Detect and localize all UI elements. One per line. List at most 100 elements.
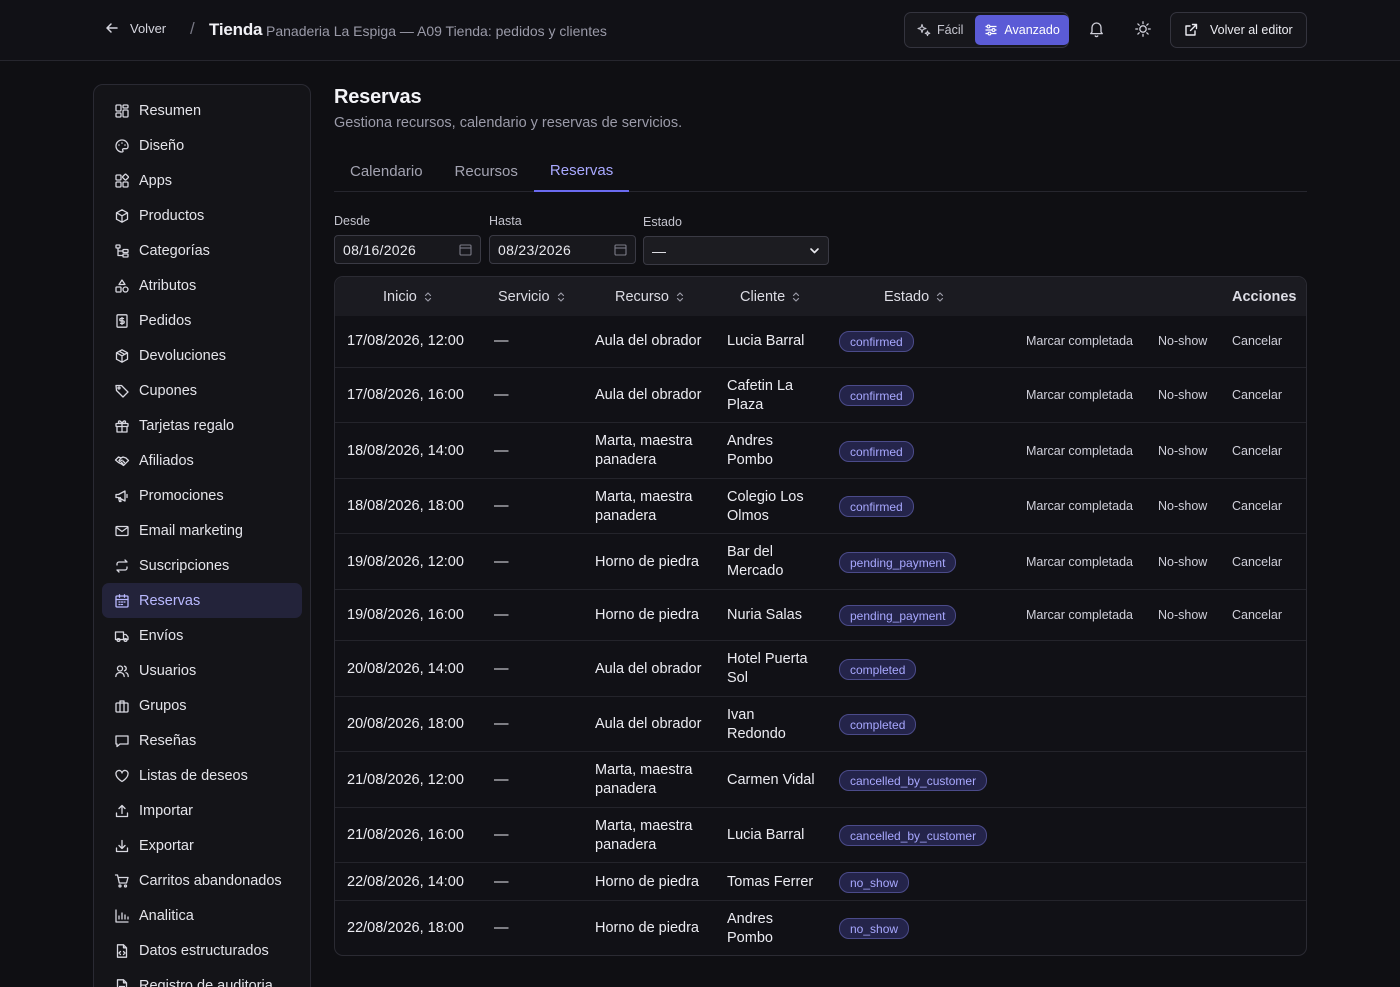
status-badge: no_show (839, 872, 910, 893)
column-resource[interactable]: Recurso (615, 277, 684, 316)
mark-complete-button[interactable]: Marcar completada (1026, 388, 1133, 402)
cancel-booking-button[interactable]: Cancelar (1232, 499, 1282, 513)
status-filter-value: — (652, 242, 667, 259)
sidebar-item-carritos-abandonados[interactable]: Carritos abandonados (102, 863, 302, 898)
column-status[interactable]: Estado (884, 277, 944, 316)
sidebar-item-apps[interactable]: Apps (102, 163, 302, 198)
tab-calendario[interactable]: Calendario (334, 150, 439, 192)
cell-resource: Aula del obrador (595, 332, 701, 351)
sidebar-item-envios[interactable]: Envíos (102, 618, 302, 653)
tab-reservas[interactable]: Reservas (533, 150, 630, 192)
back-to-editor-button[interactable]: Volver al editor (1170, 12, 1307, 48)
cell-resource-line: Horno de piedra (595, 874, 699, 890)
notifications-button[interactable] (1088, 20, 1105, 38)
cancel-booking-button[interactable]: Cancelar (1232, 388, 1282, 402)
sidebar-item-datos-estructurados[interactable]: Datos estructurados (102, 933, 302, 968)
sidebar-item-suscripciones[interactable]: Suscripciones (102, 548, 302, 583)
from-date-input[interactable]: 08/16/2026 (334, 235, 481, 264)
sidebar-item-label: Registro de auditoria (139, 977, 273, 987)
cell-resource: Aula del obrador (595, 715, 701, 734)
cell-client: Tomas Ferrer (727, 873, 813, 892)
to-date-label: Hasta (489, 214, 522, 228)
column-client[interactable]: Cliente (740, 277, 800, 316)
sidebar-item-resenas[interactable]: Reseñas (102, 723, 302, 758)
cancel-booking-button[interactable]: Cancelar (1232, 444, 1282, 458)
table-header: Inicio Servicio Recurso Cliente Estado A… (335, 277, 1306, 316)
cancel-booking-button[interactable]: Cancelar (1232, 334, 1282, 348)
no-show-button[interactable]: No-show (1158, 334, 1207, 348)
truck-icon (114, 630, 129, 642)
sidebar-item-label: Promociones (139, 487, 224, 504)
theme-toggle-button[interactable] (1134, 20, 1152, 38)
mark-complete-button[interactable]: Marcar completada (1026, 555, 1133, 569)
column-service[interactable]: Servicio (498, 277, 565, 316)
sidebar-item-analitica[interactable]: Analitica (102, 898, 302, 933)
sidebar-item-label: Carritos abandonados (139, 872, 282, 889)
mark-complete-button[interactable]: Marcar completada (1026, 499, 1133, 513)
sidebar-item-promociones[interactable]: Promociones (102, 478, 302, 513)
status-badge: completed (839, 659, 917, 680)
column-start[interactable]: Inicio (383, 277, 432, 316)
sidebar-item-listas-de-deseos[interactable]: Listas de deseos (102, 758, 302, 793)
column-actions: Acciones (1232, 288, 1297, 305)
mark-complete-button[interactable]: Marcar completada (1026, 608, 1133, 622)
to-date-input[interactable]: 08/23/2026 (489, 235, 636, 264)
mode-advanced-button[interactable]: Avanzado (975, 15, 1069, 45)
mode-easy-button[interactable]: Fácil (907, 15, 973, 45)
cancel-booking-button[interactable]: Cancelar (1232, 608, 1282, 622)
sidebar-item-label: Resumen (139, 102, 202, 119)
column-resource-label: Recurso (615, 288, 669, 305)
sidebar-item-registro-de-auditoria[interactable]: Registro de auditoria (102, 968, 302, 987)
sidebar-item-pedidos[interactable]: Pedidos (102, 303, 302, 338)
download-icon (115, 839, 129, 852)
sidebar-item-usuarios[interactable]: Usuarios (102, 653, 302, 688)
cell-client: Cafetin La Plaza (727, 377, 793, 415)
top-bar: Volver / Tienda Panaderia La Espiga — A0… (0, 0, 1400, 61)
cell-resource-line: Marta, maestra (595, 489, 693, 505)
mark-complete-button[interactable]: Marcar completada (1026, 444, 1133, 458)
sort-icon (793, 291, 800, 302)
sidebar-item-resumen[interactable]: Resumen (102, 93, 302, 128)
sidebar-item-atributos[interactable]: Atributos (102, 268, 302, 303)
sidebar-item-exportar[interactable]: Exportar (102, 828, 302, 863)
sidebar-item-reservas[interactable]: Reservas (102, 583, 302, 618)
cancel-booking-button[interactable]: Cancelar (1232, 555, 1282, 569)
sidebar-item-productos[interactable]: Productos (102, 198, 302, 233)
breadcrumb-subtitle: Panaderia La Espiga — A09 Tienda: pedido… (266, 23, 607, 39)
mode-advanced-label: Avanzado (1004, 23, 1060, 37)
sidebar-item-devoluciones[interactable]: Devoluciones (102, 338, 302, 373)
calendar-picker-icon[interactable] (459, 243, 472, 256)
tab-recursos[interactable]: Recursos (439, 150, 534, 192)
sidebar-item-email-marketing[interactable]: Email marketing (102, 513, 302, 548)
no-show-button[interactable]: No-show (1158, 499, 1207, 513)
sidebar-item-categorias[interactable]: Categorías (102, 233, 302, 268)
cell-client: Bar del Mercado (727, 543, 783, 581)
calendar-picker-icon[interactable] (614, 243, 627, 256)
status-filter-select[interactable]: — (643, 236, 829, 265)
cell-resource-line: Aula del obrador (595, 333, 702, 349)
sidebar-item-tarjetas-regalo[interactable]: Tarjetas regalo (102, 408, 302, 443)
no-show-button[interactable]: No-show (1158, 555, 1207, 569)
no-show-button[interactable]: No-show (1158, 608, 1207, 622)
back-button[interactable]: Volver (104, 20, 166, 36)
megaphone-icon (115, 489, 128, 502)
sidebar-item-diseno[interactable]: Diseño (102, 128, 302, 163)
cell-start: 22/08/2026, 14:00 (347, 874, 464, 890)
no-show-button[interactable]: No-show (1158, 388, 1207, 402)
sidebar-item-cupones[interactable]: Cupones (102, 373, 302, 408)
receipt-icon (116, 313, 128, 328)
bell-icon (1090, 22, 1103, 38)
apps-icon (115, 173, 129, 188)
cell-resource-line: panadera (595, 781, 657, 797)
no-show-button[interactable]: No-show (1158, 444, 1207, 458)
repeat-icon (116, 558, 128, 573)
sidebar-item-afiliados[interactable]: Afiliados (102, 443, 302, 478)
cell-resource: Horno de piedra (595, 553, 699, 572)
cell-resource-line: Marta, maestra (595, 818, 693, 834)
sidebar-item-importar[interactable]: Importar (102, 793, 302, 828)
cell-resource: Marta, maestra panadera (595, 817, 693, 855)
column-status-label: Estado (884, 288, 930, 305)
column-client-label: Cliente (740, 288, 786, 305)
sidebar-item-grupos[interactable]: Grupos (102, 688, 302, 723)
mark-complete-button[interactable]: Marcar completada (1026, 334, 1133, 348)
